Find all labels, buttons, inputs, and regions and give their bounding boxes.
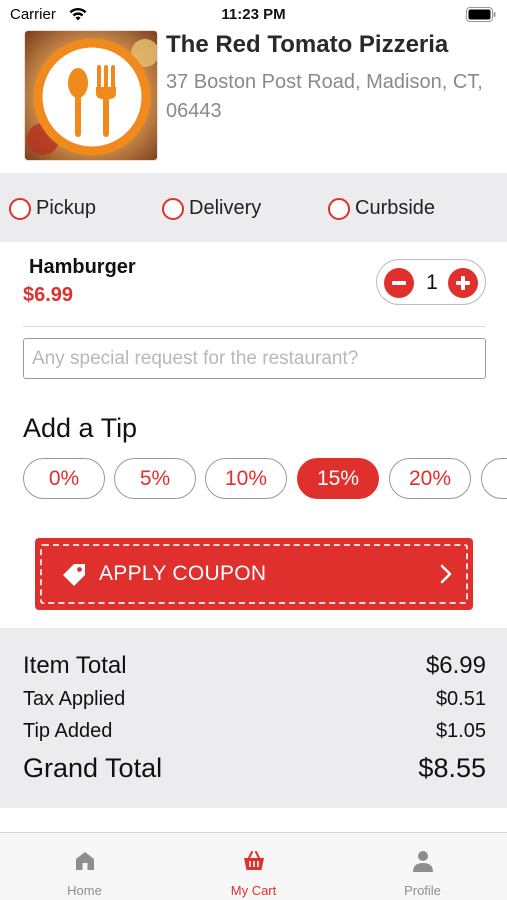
- person-icon: [413, 851, 433, 872]
- apply-coupon-button[interactable]: APPLY COUPON: [35, 538, 473, 610]
- restaurant-address: 37 Boston Post Road, Madison, CT, 06443: [166, 71, 483, 122]
- status-bar: Carrier 11:23 PM: [0, 0, 507, 30]
- grand-total-row: Grand Total $8.55: [23, 753, 486, 784]
- tip-title: Add a Tip: [23, 413, 138, 443]
- cart-item-row: Hamburger $6.99 1: [0, 242, 507, 327]
- tab-label: My Cart: [230, 883, 277, 898]
- tip-option-15[interactable]: 15%: [297, 458, 379, 499]
- tax-label: Tax Applied: [23, 688, 126, 710]
- radio-button-icon[interactable]: [328, 197, 350, 220]
- restaurant-name: The Red Tomato Pizzeria: [166, 31, 449, 58]
- tab-label: Profile: [404, 883, 441, 898]
- plus-icon-vertical: [461, 276, 465, 290]
- home-icon: [76, 852, 94, 870]
- order-summary: Item Total $6.99 Tax Applied $0.51 Tip A…: [0, 628, 507, 808]
- quantity-stepper: 1: [376, 259, 486, 305]
- tip-added-row: Tip Added $1.05: [23, 720, 486, 743]
- item-total-label: Item Total: [23, 652, 127, 679]
- tip-option-more[interactable]: [481, 458, 507, 499]
- restaurant-header: The Red Tomato Pizzeria 37 Boston Post R…: [0, 30, 507, 173]
- order-type-label: Pickup: [36, 197, 97, 219]
- item-total-row: Item Total $6.99: [23, 652, 486, 680]
- radio-button-icon[interactable]: [162, 197, 184, 220]
- order-type-curbside[interactable]: Curbside: [328, 197, 435, 220]
- tip-option-20[interactable]: 20%: [389, 458, 471, 499]
- order-type-delivery[interactable]: Delivery: [162, 197, 261, 220]
- tip-added-value: $1.05: [435, 720, 486, 742]
- tab-profile[interactable]: Profile: [338, 833, 507, 900]
- clock: 11:23 PM: [221, 6, 286, 23]
- battery-icon: [466, 7, 496, 22]
- divider: [23, 326, 486, 327]
- fork-spoon-icon: [25, 31, 157, 160]
- tax-value: $0.51: [435, 688, 486, 710]
- decrease-quantity-button[interactable]: [384, 268, 414, 298]
- tip-option-10[interactable]: 10%: [205, 458, 287, 499]
- order-type-label: Delivery: [189, 197, 262, 219]
- tip-added-label: Tip Added: [23, 720, 113, 742]
- tip-options: 0% 5% 10% 15% 20%: [23, 458, 507, 500]
- quantity-value: 1: [426, 271, 438, 294]
- order-type-pickup[interactable]: Pickup: [9, 197, 96, 220]
- tab-label: Home: [67, 883, 102, 898]
- tax-row: Tax Applied $0.51: [23, 688, 486, 711]
- restaurant-logo: [24, 30, 158, 161]
- tip-option-0[interactable]: 0%: [23, 458, 105, 499]
- special-request-input[interactable]: [23, 338, 486, 379]
- basket-icon: [244, 851, 264, 870]
- chevron-right-icon: [440, 564, 452, 584]
- tab-home[interactable]: Home: [0, 833, 169, 900]
- grand-total-label: Grand Total: [23, 753, 163, 783]
- tip-option-5[interactable]: 5%: [114, 458, 196, 499]
- item-price: $6.99: [23, 284, 74, 306]
- tab-bar: Home My Cart Profile: [0, 832, 507, 900]
- grand-total-value: $8.55: [418, 753, 486, 783]
- item-name: Hamburger: [29, 256, 136, 278]
- coupon-label: APPLY COUPON: [99, 562, 267, 585]
- tab-my-cart[interactable]: My Cart: [169, 833, 338, 900]
- minus-icon: [392, 281, 406, 285]
- tag-icon: [63, 564, 85, 586]
- order-type-selector: Pickup Delivery Curbside: [0, 173, 507, 242]
- order-type-label: Curbside: [355, 197, 436, 219]
- radio-button-icon[interactable]: [9, 197, 31, 220]
- item-total-value: $6.99: [425, 652, 486, 679]
- increase-quantity-button[interactable]: [448, 268, 478, 298]
